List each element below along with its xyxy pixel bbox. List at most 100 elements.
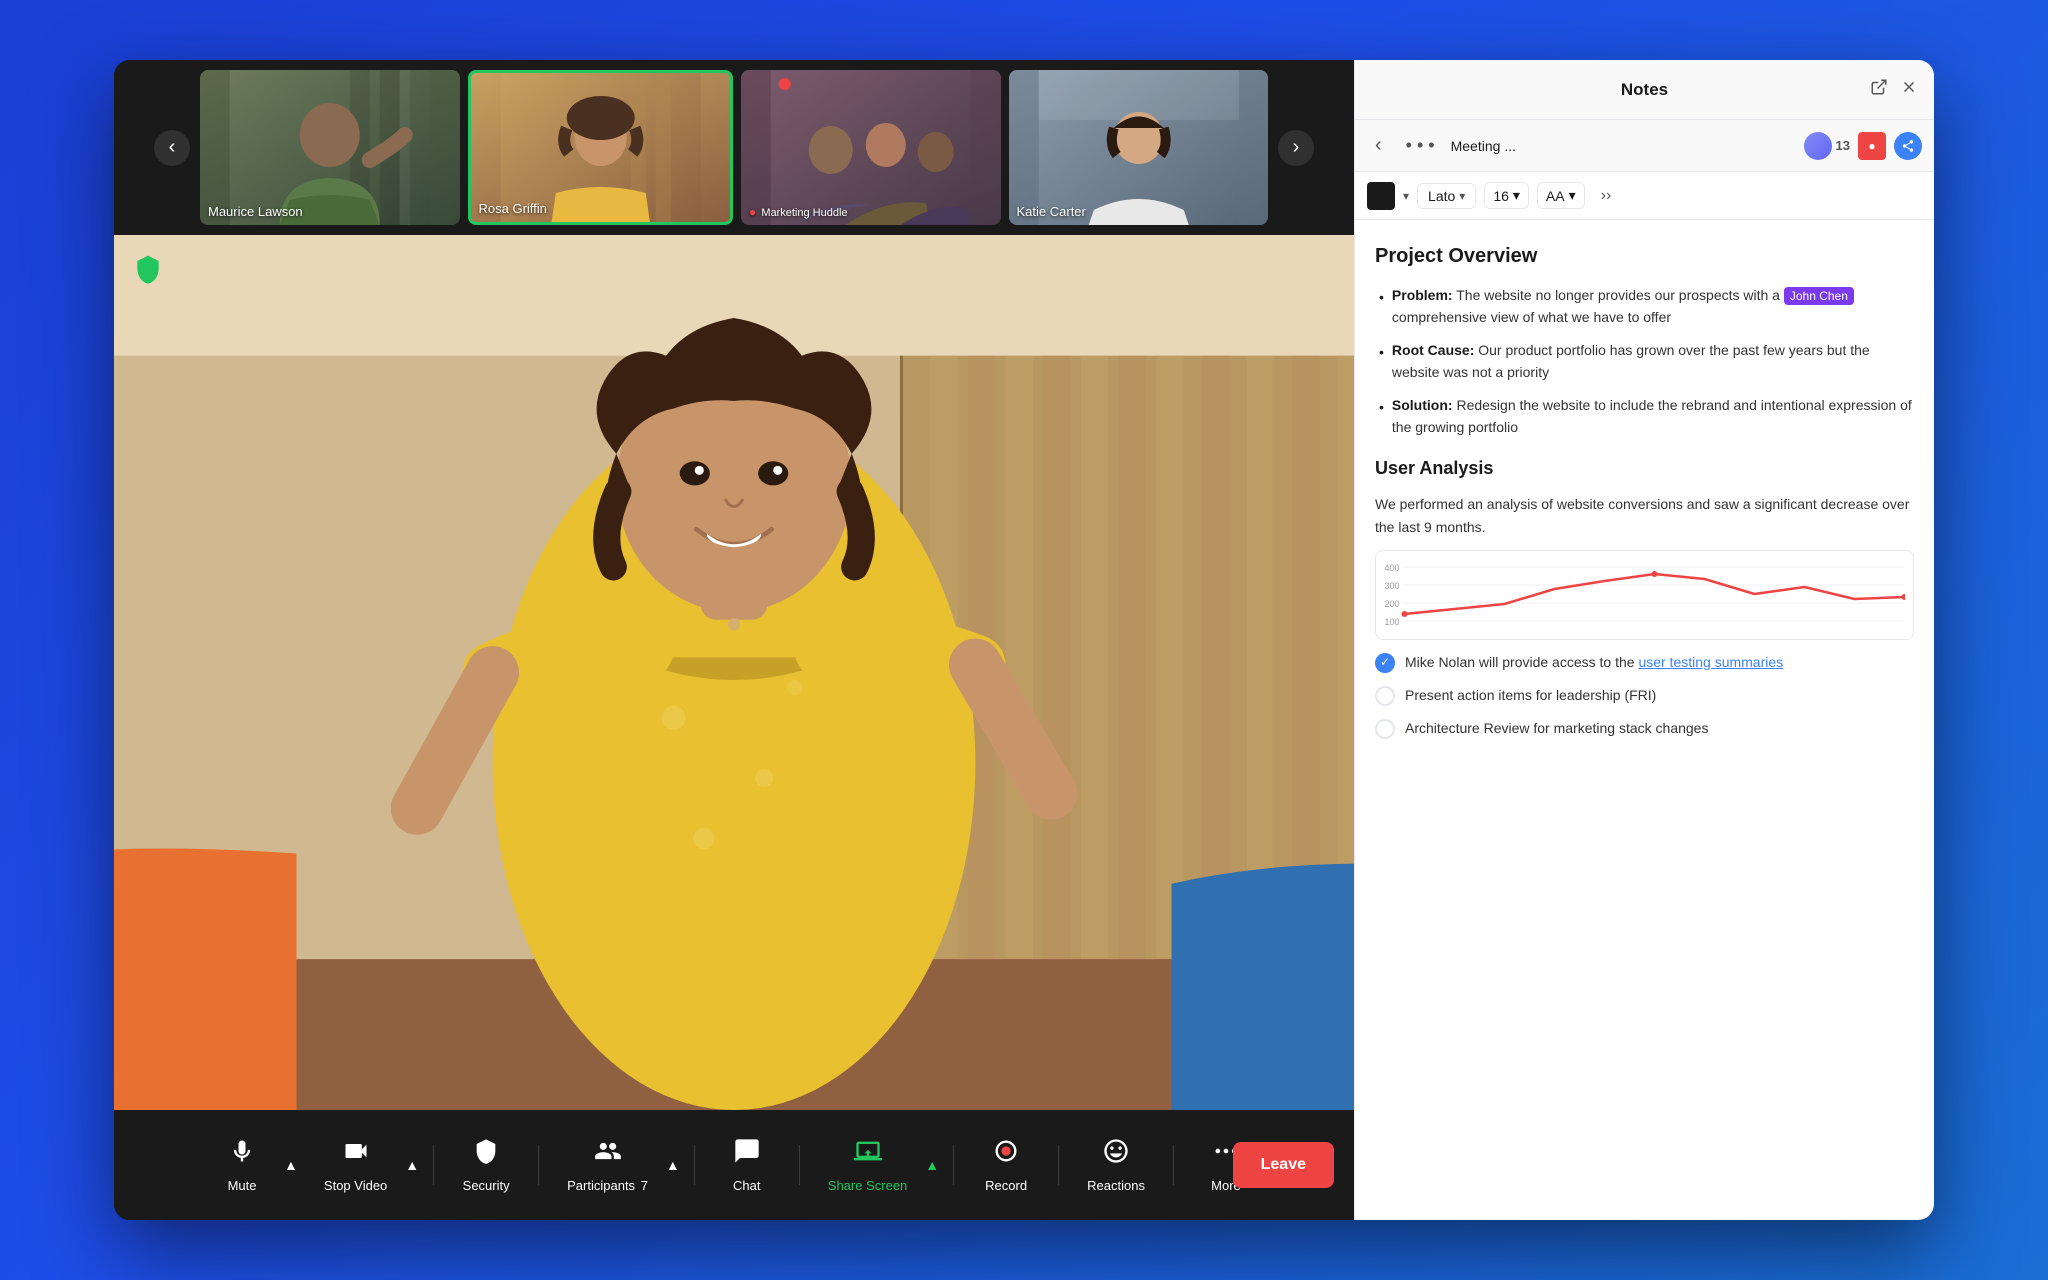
participants-icon (594, 1137, 622, 1172)
shield-icon (132, 253, 164, 285)
problem-item: • Problem: The website no longer provide… (1375, 284, 1914, 329)
todo1-link[interactable]: user testing summaries (1638, 654, 1783, 670)
security-button[interactable]: Security (446, 1129, 526, 1201)
more-format-button[interactable]: ›› (1593, 183, 1620, 209)
problem-content-2: comprehensive view of what we have to of… (1392, 309, 1671, 325)
security-icon (472, 1137, 500, 1172)
record-label: Record (985, 1178, 1027, 1193)
solution-item: • Solution: Redesign the website to incl… (1375, 394, 1914, 439)
solution-content: Redesign the website to include the rebr… (1392, 397, 1912, 435)
mute-button[interactable]: Mute (202, 1129, 282, 1201)
main-area: ‹ (114, 60, 1354, 1220)
avatar (1804, 132, 1832, 160)
svg-text:400: 400 (1385, 563, 1400, 573)
thumbnail-katiecarter[interactable]: Katie Carter (1009, 70, 1269, 225)
more-options-button[interactable]: • • • (1398, 131, 1443, 160)
share-screen-icon (854, 1137, 882, 1172)
security-label: Security (463, 1178, 510, 1193)
format-arrow-icon: ▾ (1569, 187, 1576, 204)
todo-checkbox-3[interactable] (1375, 719, 1395, 739)
prev-arrow[interactable]: ‹ (154, 130, 190, 166)
root-cause-item: • Root Cause: Our product portfolio has … (1375, 339, 1914, 384)
notes-content[interactable]: Project Overview • Problem: The website … (1355, 220, 1934, 1220)
font-size: 16 (1493, 188, 1509, 204)
font-select[interactable]: Lato ▾ (1417, 183, 1476, 209)
notes-header-actions (1870, 78, 1918, 101)
share-screen-arrow[interactable]: ▲ (923, 1157, 941, 1173)
reactions-label: Reactions (1087, 1178, 1145, 1193)
share-button[interactable] (1894, 132, 1922, 160)
notes-nav-bar: ‹ • • • Meeting ... 13 ● (1355, 120, 1934, 172)
notes-header: Notes (1355, 60, 1934, 120)
todo-text-1: Mike Nolan will provide access to the us… (1405, 652, 1783, 673)
todo-item-1: Mike Nolan will provide access to the us… (1375, 652, 1914, 673)
participants-label: Participants 7 (567, 1178, 648, 1193)
share-screen-button[interactable]: Share Screen (812, 1129, 924, 1201)
sep1 (433, 1145, 434, 1185)
mute-icon (228, 1137, 256, 1172)
stop-video-label: Stop Video (324, 1178, 387, 1193)
problem-content: The website no longer provides our prosp… (1456, 287, 1784, 303)
participants-group: Participants 7 ▲ (551, 1129, 682, 1201)
project-overview-heading: Project Overview (1375, 240, 1914, 272)
close-icon[interactable] (1900, 78, 1918, 101)
record-button[interactable]: Record (966, 1129, 1046, 1201)
video-arrow[interactable]: ▲ (403, 1157, 421, 1173)
sep2 (538, 1145, 539, 1185)
participants-arrow[interactable]: ▲ (664, 1157, 682, 1173)
thumbnail-marketinghuddle[interactable]: ● Marketing Huddle (741, 70, 1001, 225)
participants-button[interactable]: Participants 7 (551, 1129, 664, 1201)
bullet-dot-root: • (1379, 341, 1384, 384)
svg-text:300: 300 (1385, 581, 1400, 591)
main-video (114, 235, 1354, 1110)
toolbar-center: Mute ▲ Stop Video ▲ (202, 1129, 1266, 1201)
next-arrow[interactable]: › (1278, 130, 1314, 166)
todo-item-2: Present action items for leadership (FRI… (1375, 685, 1914, 706)
share-screen-label: Share Screen (828, 1178, 908, 1193)
thumbnail-rosagriffin[interactable]: Rosa Griffin (468, 70, 734, 225)
size-arrow-icon: ▾ (1513, 187, 1520, 204)
video-icon (342, 1137, 370, 1172)
solution-label: Solution: (1392, 397, 1453, 413)
todo-item-3: Architecture Review for marketing stack … (1375, 718, 1914, 739)
bullet-dot-problem: • (1379, 286, 1384, 329)
sep6 (1058, 1145, 1059, 1185)
participant-count: 13 (1836, 138, 1850, 153)
format-label: AA (1546, 188, 1565, 204)
root-cause-label: Root Cause: (1392, 342, 1474, 358)
video-group: Stop Video ▲ (308, 1129, 421, 1201)
rec-button[interactable]: ● (1858, 132, 1886, 160)
thumb-name-katiecarter: Katie Carter (1017, 204, 1086, 219)
back-button[interactable]: ‹ (1367, 130, 1390, 161)
thumbnail-strip: ‹ (114, 60, 1354, 235)
reactions-icon (1102, 1137, 1130, 1172)
notes-toolbar: ▾ Lato ▾ 16 ▾ AA ▾ ›› (1355, 172, 1934, 220)
external-link-icon[interactable] (1870, 78, 1888, 101)
record-icon (992, 1137, 1020, 1172)
color-arrow[interactable]: ▾ (1403, 189, 1409, 203)
svg-text:100: 100 (1385, 617, 1400, 627)
sep5 (953, 1145, 954, 1185)
notes-title: Notes (1621, 80, 1668, 100)
format-button[interactable]: AA ▾ (1537, 182, 1585, 209)
color-swatch[interactable] (1367, 182, 1395, 210)
chat-label: Chat (733, 1178, 760, 1193)
leave-button[interactable]: Leave (1233, 1142, 1334, 1188)
size-select[interactable]: 16 ▾ (1484, 182, 1529, 209)
todo-checkbox-2[interactable] (1375, 686, 1395, 706)
user-analysis-text: We performed an analysis of website conv… (1375, 493, 1914, 538)
problem-text: Problem: The website no longer provides … (1392, 284, 1914, 329)
mute-group: Mute ▲ (202, 1129, 300, 1201)
chat-button[interactable]: Chat (707, 1129, 787, 1201)
todo-text-3: Architecture Review for marketing stack … (1405, 718, 1708, 739)
thumbnail-mauricelawson[interactable]: Maurice Lawson (200, 70, 460, 225)
todo-checkbox-1[interactable] (1375, 653, 1395, 673)
sep7 (1173, 1145, 1174, 1185)
mute-arrow[interactable]: ▲ (282, 1157, 300, 1173)
svg-text:200: 200 (1385, 599, 1400, 609)
share-screen-group: Share Screen ▲ (812, 1129, 941, 1201)
font-name: Lato (1428, 188, 1455, 204)
sep3 (694, 1145, 695, 1185)
reactions-button[interactable]: Reactions (1071, 1129, 1161, 1201)
stop-video-button[interactable]: Stop Video (308, 1129, 403, 1201)
